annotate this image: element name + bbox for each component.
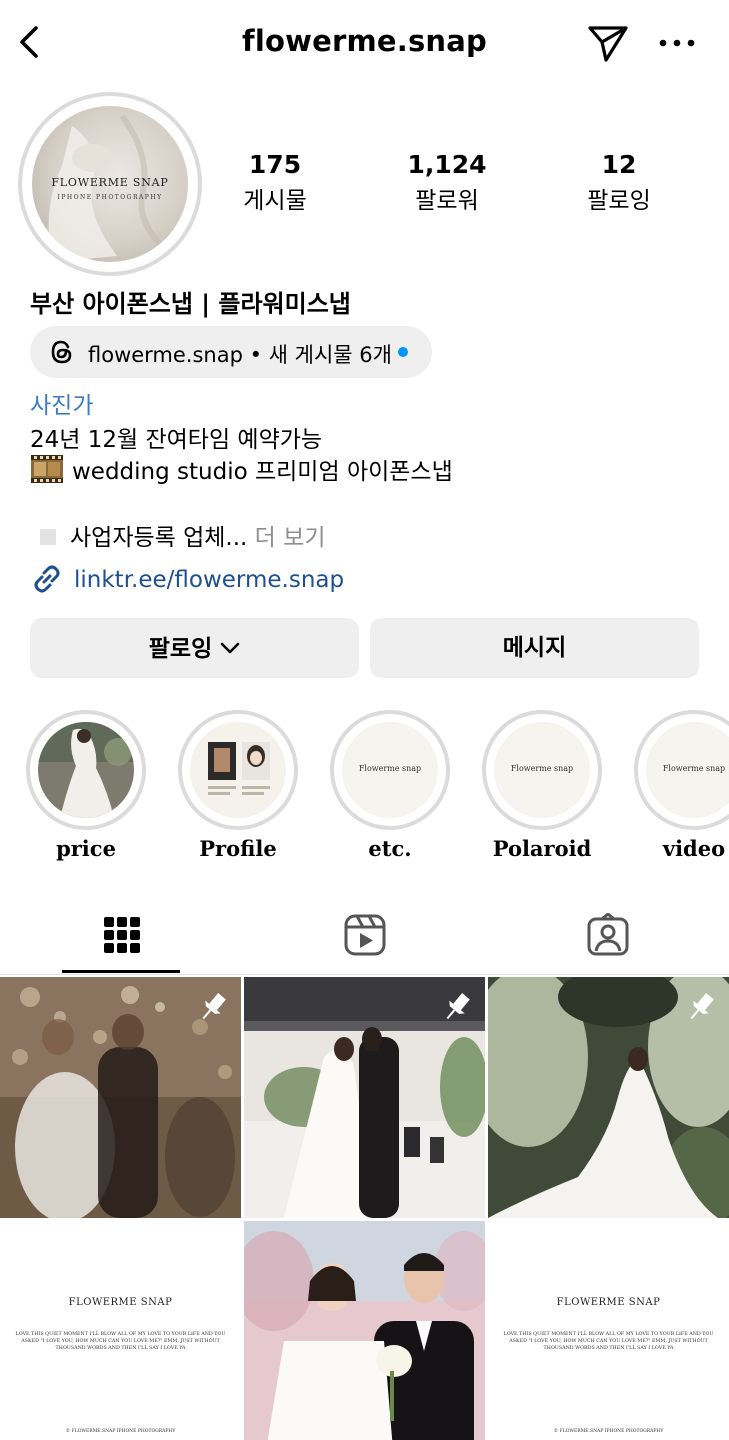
avatar-subtitle-text: IPHONE PHOTOGRAPHY [57, 194, 163, 201]
highlight-label: Polaroid [492, 836, 592, 861]
see-more-link[interactable]: 더 보기 [247, 525, 326, 551]
highlight-label: price [56, 836, 116, 861]
highlight-ring [178, 710, 298, 830]
highlight-video-clip: Flowerme snap video [634, 710, 729, 870]
highlight-brand-text: Flowerme snap [510, 764, 574, 773]
profile-name: 부산 아이폰스냅 | 플라워미스냅 [30, 290, 351, 318]
highlight-cover-brand: Flowerme snap [646, 722, 729, 818]
threads-icon [48, 338, 76, 366]
category-label: 사진가 [30, 393, 94, 419]
card-footer-text: © FLOWERME.SNAP IPHONE PHOTOGRAPHY [553, 1429, 664, 1434]
following-label: 팔로잉 [587, 188, 651, 214]
followers-label: 팔로워 [415, 188, 479, 214]
message-button[interactable]: 메시지 [370, 618, 699, 678]
card-footer-text: © FLOWERME.SNAP IPHONE PHOTOGRAPHY [65, 1429, 176, 1434]
highlight-cover-photo [190, 722, 286, 818]
square-bullet-icon [40, 529, 56, 545]
card-brand-text: FLOWERME SNAP [556, 1297, 661, 1308]
threads-badge[interactable]: flowerme.snap • 새 게시물 6개 [30, 326, 432, 378]
threads-text: flowerme.snap • 새 게시물 6개 [88, 343, 392, 367]
grid-post[interactable] [0, 977, 241, 1218]
grid-icon [104, 917, 140, 953]
tab-reels[interactable] [243, 900, 486, 975]
bio-line-2-row: wedding studio 프리미엄 아이폰스냅 [30, 452, 453, 486]
bio-line-3-row: 사업자등록 업체... 더 보기 [30, 518, 325, 552]
posts-stat[interactable]: 175 게시물 [200, 150, 350, 215]
bio-line-3: 사업자등록 업체... [70, 525, 248, 551]
highlight-etc[interactable]: Flowerme snap etc. [330, 710, 450, 861]
external-link[interactable]: linktr.ee/flowerme.snap [74, 567, 344, 593]
following-count: 12 [601, 150, 637, 179]
highlight-profile[interactable]: Profile [178, 710, 298, 861]
bio-line-1: 24년 12월 잔여타임 예약가능 [30, 427, 323, 453]
pinned-icon [690, 993, 714, 1020]
highlight-cover-brand: Flowerme snap [494, 722, 590, 818]
grid-post-text-card[interactable]: FLOWERME SNAP LOVE THIS QUIET MOMENT I'L… [488, 1221, 729, 1440]
following-stat[interactable]: 12 팔로잉 [544, 150, 694, 215]
active-tab-indicator [62, 970, 180, 973]
film-frames-icon [30, 453, 64, 485]
highlight-polaroid[interactable]: Flowerme snap Polaroid [482, 710, 602, 861]
highlight-label: Profile [199, 836, 277, 861]
pinned-icon [446, 993, 470, 1020]
grid-post[interactable] [244, 977, 485, 1218]
card-quote-text: LOVE THIS QUIET MOMENT I'LL BLOW ALL OF … [503, 1332, 714, 1351]
grid-post[interactable] [244, 1221, 485, 1440]
tagged-icon [587, 913, 629, 956]
posts-count: 175 [248, 150, 302, 179]
following-button-label: 팔로잉 [148, 636, 213, 662]
message-button-label: 메시지 [502, 635, 567, 661]
more-options-icon[interactable] [656, 26, 698, 60]
highlight-label: etc. [368, 836, 412, 861]
chevron-down-icon [220, 618, 240, 654]
highlight-cover-brand: Flowerme snap [342, 722, 438, 818]
highlight-brand-text: Flowerme snap [358, 764, 422, 773]
highlight-label: video [662, 836, 726, 861]
reels-icon [344, 914, 386, 956]
followers-stat[interactable]: 1,124 팔로워 [372, 150, 522, 215]
highlight-video[interactable]: Flowerme snap video [634, 710, 729, 861]
profile-tabs [0, 900, 729, 975]
followers-count: 1,124 [407, 150, 487, 179]
grid-post[interactable] [488, 977, 729, 1218]
top-bar: flowerme.snap [0, 0, 729, 88]
highlight-brand-text: Flowerme snap [662, 764, 726, 773]
following-button[interactable]: 팔로잉 [30, 618, 359, 678]
profile-avatar[interactable]: FLOWERME SNAP IPHONE PHOTOGRAPHY [18, 92, 202, 276]
grid-post-text-card[interactable]: FLOWERME SNAP LOVE THIS QUIET MOMENT I'L… [0, 1221, 241, 1440]
highlight-cover-photo [38, 722, 134, 818]
link-icon [30, 562, 64, 596]
posts-label: 게시물 [243, 188, 307, 214]
highlight-ring [26, 710, 146, 830]
highlight-ring: Flowerme snap [330, 710, 450, 830]
card-brand-text: FLOWERME SNAP [68, 1297, 173, 1308]
highlight-ring: Flowerme snap [634, 710, 729, 830]
pinned-icon [202, 993, 226, 1020]
external-link-row[interactable]: linktr.ee/flowerme.snap [30, 562, 344, 596]
tab-tagged[interactable] [486, 900, 729, 975]
avatar-brand-text: FLOWERME SNAP [51, 176, 169, 189]
highlight-price[interactable]: price [26, 710, 146, 861]
post-thumbnail [244, 1221, 485, 1440]
send-message-icon[interactable] [586, 22, 630, 64]
tab-posts[interactable] [0, 900, 243, 975]
card-quote-text: LOVE THIS QUIET MOMENT I'LL BLOW ALL OF … [15, 1332, 226, 1351]
bio-line-2: wedding studio 프리미엄 아이폰스냅 [72, 459, 453, 485]
avatar-image: FLOWERME SNAP IPHONE PHOTOGRAPHY [32, 106, 188, 262]
new-posts-dot [398, 347, 408, 357]
highlight-ring: Flowerme snap [482, 710, 602, 830]
